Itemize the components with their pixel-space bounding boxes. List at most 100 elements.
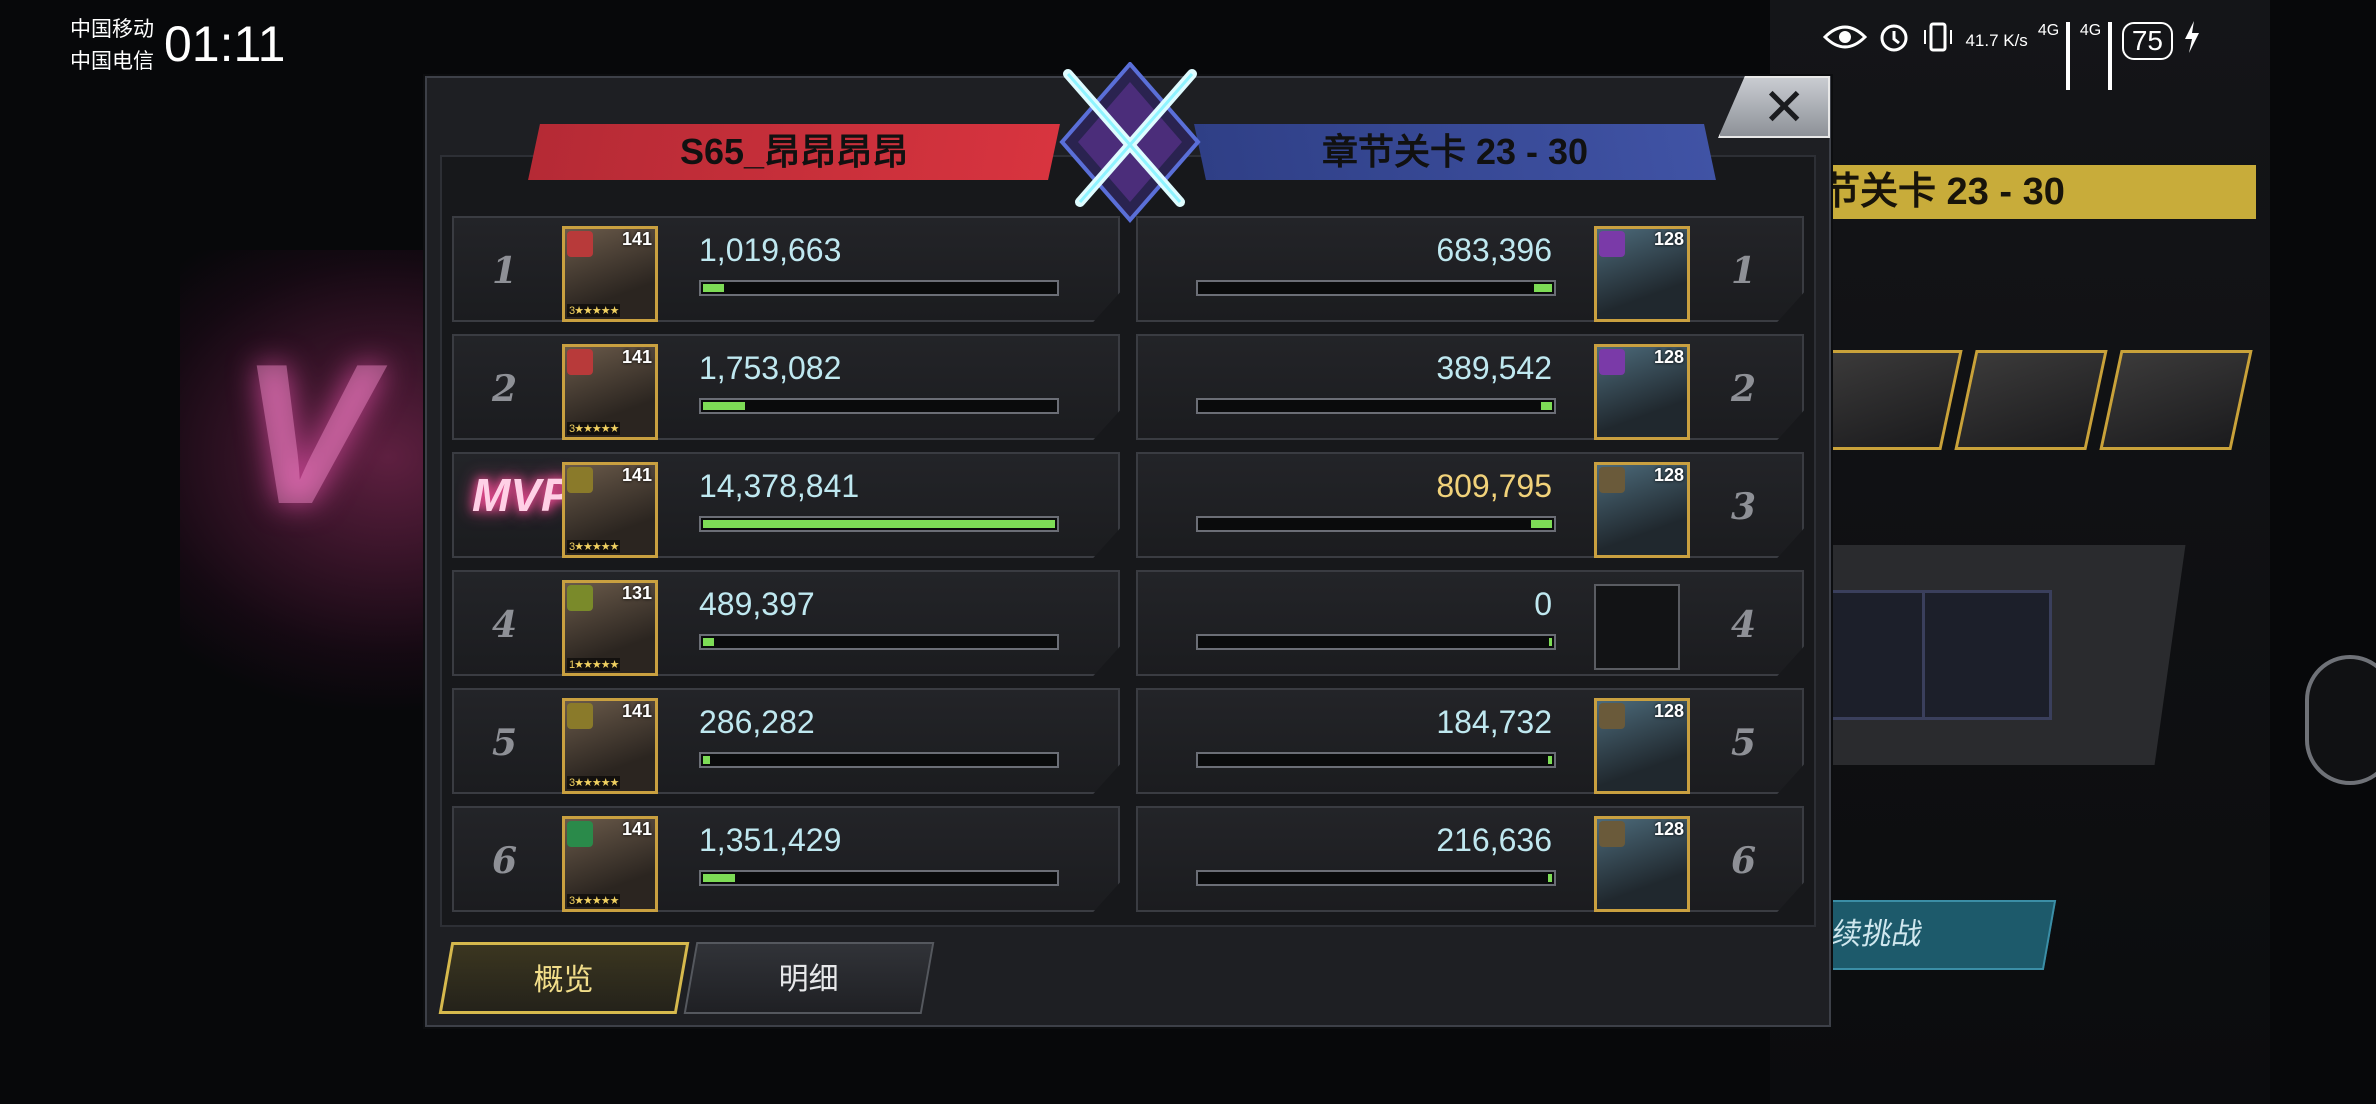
left-team-name: S65_昂昂昂昂 — [679, 131, 909, 172]
damage-bar-fill — [703, 756, 710, 764]
hero-portrait[interactable]: 141 3★★★★★ — [562, 698, 658, 794]
damage-bar — [699, 398, 1059, 414]
hero-level: 128 — [1653, 819, 1684, 839]
hero-stars: 3★★★★★ — [567, 304, 621, 317]
floating-widget[interactable] — [2305, 655, 2376, 785]
signal-icon: 4G — [2079, 22, 2112, 90]
hero-portrait[interactable]: 128 — [1594, 344, 1690, 440]
status-clock: 01:11 — [164, 16, 286, 72]
vibrate-icon — [1921, 20, 1955, 61]
damage-bar — [699, 516, 1059, 532]
right-hero-row: 1 128 683,396 — [1136, 216, 1804, 322]
hero-portrait[interactable]: 128 — [1594, 226, 1690, 322]
team-portrait-bg — [2099, 350, 2253, 450]
damage-score: 489,397 — [699, 586, 815, 622]
hero-stars: 3★★★★★ — [567, 776, 621, 789]
rank-number: 4 — [492, 604, 518, 646]
rank-number: 1 — [1731, 250, 1757, 292]
damage-bar — [1196, 870, 1556, 886]
damage-score: 14,378,841 — [699, 468, 860, 504]
damage-bar-fill — [1548, 756, 1552, 764]
hero-portrait[interactable]: 141 3★★★★★ — [562, 816, 658, 912]
damage-bar-fill — [703, 874, 735, 882]
rank-number: 5 — [492, 722, 518, 764]
team-portrait-bg — [1954, 350, 2108, 450]
mvp-icon: MVP — [472, 469, 572, 521]
damage-bar — [1196, 752, 1556, 768]
hero-level: 141 — [621, 465, 652, 485]
right-hero-row: 40 — [1136, 570, 1804, 676]
damage-score: 286,282 — [699, 704, 815, 740]
hero-level: 141 — [621, 229, 652, 249]
faction-badge-icon — [1599, 349, 1625, 375]
rank-number: 2 — [1731, 368, 1757, 410]
signal-icon: 4G — [2037, 22, 2070, 90]
background-stage-label: 节关卡 23 - 30 — [1770, 165, 2256, 219]
damage-bar — [1196, 398, 1556, 414]
right-team-banner: 章节关卡 23 - 30 — [1194, 124, 1716, 180]
rank-number: 4 — [1731, 604, 1757, 646]
damage-bar-fill — [1541, 402, 1552, 410]
right-hero-row: 2 128 389,542 — [1136, 334, 1804, 440]
damage-score: 216,636 — [1436, 822, 1552, 858]
damage-bar-fill — [1534, 284, 1552, 292]
hero-level: 131 — [621, 583, 652, 603]
close-icon[interactable]: ✕ — [1762, 78, 1806, 138]
tab-overview-label: 概览 — [533, 964, 594, 997]
damage-bar-fill — [1549, 638, 1552, 646]
damage-bar — [1196, 516, 1556, 532]
left-team-banner: S65_昂昂昂昂 — [528, 124, 1060, 180]
faction-badge-icon — [567, 703, 593, 729]
faction-badge-icon — [567, 349, 593, 375]
faction-badge-icon — [567, 231, 593, 257]
damage-score: 389,542 — [1436, 350, 1552, 386]
damage-bar — [1196, 280, 1556, 296]
tab-detail[interactable]: 明细 — [683, 942, 935, 1014]
faction-badge-icon — [1599, 821, 1625, 847]
faction-badge-icon — [1599, 467, 1625, 493]
left-hero-row: 4 131 1★★★★★ 489,397 — [452, 570, 1120, 676]
damage-bar-fill — [703, 402, 745, 410]
rank-number: 1 — [492, 250, 518, 292]
hero-portrait[interactable]: 128 — [1594, 698, 1690, 794]
right-hero-row: 5 128 184,732 — [1136, 688, 1804, 794]
rank-number: 6 — [1731, 840, 1757, 882]
tab-overview[interactable]: 概览 — [438, 942, 690, 1014]
damage-score: 809,795 — [1436, 468, 1552, 504]
rank-number: 3 — [1731, 486, 1757, 528]
damage-score: 1,351,429 — [699, 822, 842, 858]
hero-portrait[interactable]: 141 3★★★★★ — [562, 344, 658, 440]
hero-level: 128 — [1653, 465, 1684, 485]
left-hero-row: 6 141 3★★★★★ 1,351,429 — [452, 806, 1120, 912]
reward-boots — [1922, 590, 2052, 720]
hero-portrait[interactable]: 141 3★★★★★ — [562, 226, 658, 322]
damage-score: 1,019,663 — [699, 232, 842, 268]
rank-number: 2 — [492, 368, 518, 410]
hero-portrait[interactable]: 128 — [1594, 462, 1690, 558]
hero-level: 141 — [621, 819, 652, 839]
alarm-icon — [1877, 20, 1911, 61]
damage-bar — [699, 634, 1059, 650]
damage-score: 184,732 — [1436, 704, 1552, 740]
empty-slot — [1594, 584, 1680, 670]
crossed-swords-icon — [1030, 60, 1230, 232]
damage-score: 683,396 — [1436, 232, 1552, 268]
hero-portrait[interactable]: 128 — [1594, 816, 1690, 912]
hero-portrait[interactable]: 141 3★★★★★ — [562, 462, 658, 558]
damage-score: 1,753,082 — [699, 350, 842, 386]
carrier-2: 中国电信 — [70, 50, 154, 73]
damage-bar — [699, 870, 1059, 886]
rank-number: 6 — [492, 840, 518, 882]
net-type-1: 4G — [2037, 22, 2060, 39]
hero-level: 128 — [1653, 347, 1684, 367]
rank-number: 5 — [1731, 722, 1757, 764]
hero-portrait[interactable]: 131 1★★★★★ — [562, 580, 658, 676]
damage-bar — [699, 280, 1059, 296]
left-hero-row: 5 141 3★★★★★ 286,282 — [452, 688, 1120, 794]
right-hero-row: 3 128 809,795 — [1136, 452, 1804, 558]
damage-bar — [699, 752, 1059, 768]
net-type-2: 4G — [2079, 22, 2102, 39]
charging-icon — [2183, 21, 2201, 60]
faction-badge-icon — [1599, 703, 1625, 729]
left-hero-row: MVP 141 3★★★★★ 14,378,841 — [452, 452, 1120, 558]
